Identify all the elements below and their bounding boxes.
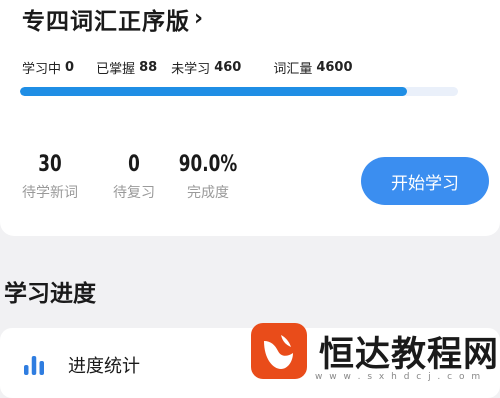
stat-label: 词汇量 — [273, 62, 313, 77]
stat-mastered: 已掌握 88 — [96, 58, 157, 77]
metric-completion: 90.0% 完成度 — [168, 152, 248, 202]
book-title-link[interactable]: 专四词汇正序版 › — [22, 3, 204, 36]
metric-caption: 待复习 — [113, 185, 155, 201]
bar-chart-icon — [24, 356, 44, 375]
watermark-url: w w w . s x h d c j . c o m — [315, 372, 483, 382]
start-learning-button[interactable]: 开始学习 — [361, 157, 489, 205]
stat-value: 88 — [139, 60, 158, 75]
word-stats-row: 学习中 0 已掌握 88 未学习 460 词汇量 4600 — [22, 58, 353, 77]
metric-caption: 待学新词 — [22, 185, 78, 201]
metric-new-words: 30 待学新词 — [10, 152, 90, 202]
progress-bar — [20, 87, 458, 96]
metric-value: 0 — [128, 152, 140, 177]
stat-vocab-size: 词汇量 4600 — [273, 58, 352, 77]
stat-value: 4600 — [316, 60, 353, 75]
metric-caption: 完成度 — [187, 185, 229, 201]
stat-unlearned: 未学习 460 — [171, 58, 241, 77]
watermark-text: 恒达教程网 — [319, 334, 500, 375]
progress-stats-item[interactable]: 进度统计 — [22, 352, 140, 378]
metric-value: 30 — [38, 152, 62, 177]
metric-review: 0 待复习 — [94, 152, 174, 202]
progress-bar-fill — [20, 87, 408, 96]
progress-stats-label: 进度统计 — [68, 356, 140, 377]
stat-learning: 学习中 0 — [22, 58, 74, 77]
stat-label: 未学习 — [171, 62, 211, 77]
stat-value: 0 — [65, 60, 75, 75]
book-title: 专四词汇正序版 — [22, 9, 190, 35]
vocab-book-card: 专四词汇正序版 › 学习中 0 已掌握 88 未学习 460 词汇量 460 0 … — [0, 0, 500, 236]
stat-value: 460 — [214, 60, 242, 75]
stat-label: 已掌握 — [96, 62, 136, 77]
metric-value: 90.0% — [178, 152, 238, 177]
section-title: 学习进度 — [4, 281, 96, 307]
stat-label: 学习中 — [22, 62, 62, 77]
watermark-logo — [251, 323, 307, 379]
chevron-right-icon: › — [194, 5, 204, 31]
watermark: 恒达教程网 — [251, 323, 499, 379]
